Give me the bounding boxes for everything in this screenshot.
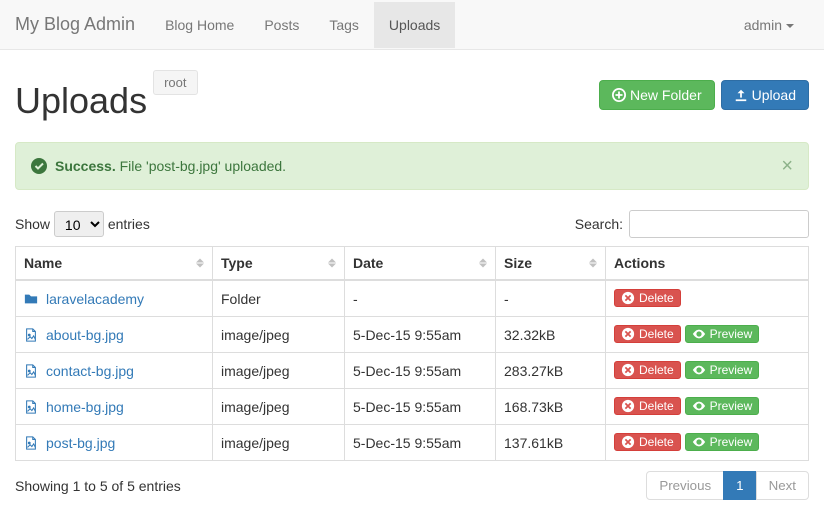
- page-1-button[interactable]: 1: [723, 471, 756, 500]
- col-type[interactable]: Type: [213, 247, 345, 281]
- sort-icon: [479, 259, 487, 268]
- file-image-icon: [24, 400, 38, 414]
- file-image-icon: [24, 328, 38, 342]
- delete-button[interactable]: Delete: [614, 361, 681, 379]
- delete-button[interactable]: Delete: [614, 325, 681, 343]
- x-circle-icon: [621, 363, 635, 377]
- check-circle-icon: [31, 158, 47, 174]
- preview-button[interactable]: Preview: [685, 361, 760, 379]
- user-menu[interactable]: admin: [729, 2, 809, 48]
- search-input[interactable]: [629, 210, 809, 238]
- page-title: Uploads: [15, 80, 147, 122]
- type-cell: image/jpeg: [213, 317, 345, 353]
- file-link[interactable]: contact-bg.jpg: [46, 363, 134, 379]
- sort-icon: [589, 259, 597, 268]
- size-cell: 137.61kB: [496, 425, 606, 461]
- nav-item-tags[interactable]: Tags: [314, 2, 374, 48]
- eye-icon: [692, 327, 706, 341]
- file-image-icon: [24, 436, 38, 450]
- size-cell: 32.32kB: [496, 317, 606, 353]
- page-size-select[interactable]: 10: [54, 211, 104, 237]
- chevron-down-icon: [786, 24, 794, 28]
- nav-item-blog-home[interactable]: Blog Home: [150, 2, 249, 48]
- x-circle-icon: [621, 291, 635, 305]
- success-alert: Success. File 'post-bg.jpg' uploaded. ×: [15, 142, 809, 190]
- preview-button[interactable]: Preview: [685, 325, 760, 343]
- table-row: post-bg.jpg image/jpeg5-Dec-15 9:55am137.…: [16, 425, 809, 461]
- search-label: Search:: [575, 216, 623, 232]
- date-cell: -: [345, 280, 496, 317]
- eye-icon: [692, 435, 706, 449]
- show-label: Show: [15, 216, 50, 232]
- table-row: laravelacademyFolder-- Delete: [16, 280, 809, 317]
- pagination: Previous 1 Next: [646, 471, 809, 500]
- table-row: home-bg.jpg image/jpeg5-Dec-15 9:55am168.…: [16, 389, 809, 425]
- delete-button[interactable]: Delete: [614, 289, 681, 307]
- col-name[interactable]: Name: [16, 247, 213, 281]
- delete-button[interactable]: Delete: [614, 397, 681, 415]
- type-cell: Folder: [213, 280, 345, 317]
- file-image-icon: [24, 364, 38, 378]
- sort-icon: [328, 259, 336, 268]
- alert-close-button[interactable]: ×: [781, 155, 793, 178]
- preview-button[interactable]: Preview: [685, 433, 760, 451]
- eye-icon: [692, 399, 706, 413]
- date-cell: 5-Dec-15 9:55am: [345, 317, 496, 353]
- files-table: Name Type Date Size Actions laravelacade…: [15, 246, 809, 461]
- sort-icon: [196, 259, 204, 268]
- table-info: Showing 1 to 5 of 5 entries: [15, 478, 181, 494]
- size-cell: -: [496, 280, 606, 317]
- x-circle-icon: [621, 399, 635, 413]
- nav-items: Blog HomePostsTagsUploads: [150, 2, 455, 48]
- date-cell: 5-Dec-15 9:55am: [345, 353, 496, 389]
- nav-item-uploads[interactable]: Uploads: [374, 2, 455, 48]
- new-folder-button[interactable]: New Folder: [599, 80, 715, 110]
- x-circle-icon: [621, 327, 635, 341]
- plus-circle-icon: [612, 88, 626, 102]
- upload-button[interactable]: Upload: [721, 80, 809, 110]
- file-link[interactable]: laravelacademy: [46, 291, 144, 307]
- type-cell: image/jpeg: [213, 425, 345, 461]
- type-cell: image/jpeg: [213, 353, 345, 389]
- upload-icon: [734, 88, 748, 102]
- date-cell: 5-Dec-15 9:55am: [345, 425, 496, 461]
- brand[interactable]: My Blog Admin: [15, 14, 150, 35]
- nav-item-posts[interactable]: Posts: [249, 2, 314, 48]
- x-circle-icon: [621, 435, 635, 449]
- folder-icon: [24, 292, 38, 306]
- breadcrumb[interactable]: root: [153, 70, 197, 95]
- next-button[interactable]: Next: [756, 471, 809, 500]
- col-date[interactable]: Date: [345, 247, 496, 281]
- file-link[interactable]: about-bg.jpg: [46, 327, 124, 343]
- delete-button[interactable]: Delete: [614, 433, 681, 451]
- eye-icon: [692, 363, 706, 377]
- navbar: My Blog Admin Blog HomePostsTagsUploads …: [0, 0, 824, 50]
- entries-label: entries: [108, 216, 150, 232]
- file-link[interactable]: post-bg.jpg: [46, 435, 115, 451]
- preview-button[interactable]: Preview: [685, 397, 760, 415]
- size-cell: 168.73kB: [496, 389, 606, 425]
- table-row: about-bg.jpg image/jpeg5-Dec-15 9:55am32.…: [16, 317, 809, 353]
- table-row: contact-bg.jpg image/jpeg5-Dec-15 9:55am2…: [16, 353, 809, 389]
- type-cell: image/jpeg: [213, 389, 345, 425]
- col-size[interactable]: Size: [496, 247, 606, 281]
- previous-button[interactable]: Previous: [646, 471, 724, 500]
- size-cell: 283.27kB: [496, 353, 606, 389]
- date-cell: 5-Dec-15 9:55am: [345, 389, 496, 425]
- col-actions: Actions: [606, 247, 809, 281]
- file-link[interactable]: home-bg.jpg: [46, 399, 124, 415]
